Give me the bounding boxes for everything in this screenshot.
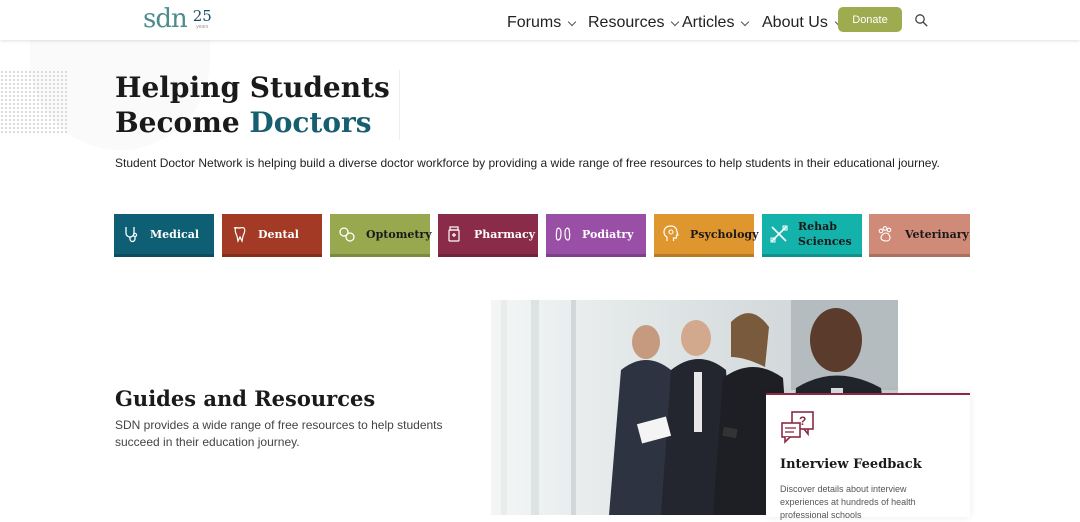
logo-anniversary: 25 years bbox=[192, 7, 212, 31]
guides-description: SDN provides a wide range of free resour… bbox=[115, 418, 443, 449]
tooth-icon bbox=[233, 226, 246, 243]
glasses-icon bbox=[339, 227, 355, 242]
nav-about-us[interactable]: About Us bbox=[762, 14, 844, 32]
chevron-down-icon bbox=[671, 17, 680, 26]
nav-articles-label: Articles bbox=[682, 14, 735, 31]
search-icon[interactable] bbox=[914, 13, 928, 27]
rehab-icon bbox=[770, 225, 788, 243]
feature-card-title: Interview Feedback bbox=[780, 457, 922, 472]
nav-articles[interactable]: Articles bbox=[682, 14, 750, 32]
chevron-down-icon bbox=[567, 17, 577, 26]
site-logo[interactable]: sdn 25 years bbox=[143, 5, 212, 33]
category-dental[interactable]: Dental bbox=[222, 214, 322, 257]
site-header: sdn 25 years Forums Resources Articles A… bbox=[0, 0, 1080, 40]
category-rehab-sciences-label: Rehab Sciences bbox=[798, 219, 852, 249]
category-optometry-label: Optometry bbox=[366, 227, 432, 241]
category-pharmacy[interactable]: Pharmacy bbox=[438, 214, 538, 257]
category-pharmacy-label: Pharmacy bbox=[474, 227, 536, 241]
category-dental-label: Dental bbox=[258, 227, 299, 241]
nav-resources[interactable]: Resources bbox=[588, 14, 680, 32]
hero-title-highlight: Doctors bbox=[249, 106, 372, 139]
category-veterinary-label: Veterinary bbox=[905, 227, 969, 241]
paw-icon bbox=[878, 226, 892, 242]
category-podiatry[interactable]: Podiatry bbox=[546, 214, 646, 257]
feature-card[interactable]: ? Interview Feedback Discover details ab… bbox=[766, 393, 970, 520]
divider bbox=[399, 70, 400, 140]
nav-about-label: About Us bbox=[762, 14, 828, 31]
logo-years-label: years bbox=[196, 24, 209, 30]
logo-years-number: 25 bbox=[192, 7, 212, 25]
feature-card-text: Discover details about interview experie… bbox=[780, 484, 916, 520]
chevron-down-icon bbox=[741, 17, 750, 26]
category-medical-label: Medical bbox=[150, 227, 200, 241]
category-rehab-line2: Sciences bbox=[798, 235, 852, 248]
logo-wordmark: sdn bbox=[143, 4, 188, 34]
category-medical[interactable]: Medical bbox=[114, 214, 214, 257]
stethoscope-icon bbox=[125, 227, 138, 243]
head-icon bbox=[663, 225, 679, 241]
category-rehab-sciences[interactable]: Rehab Sciences bbox=[762, 214, 862, 257]
nav-forums[interactable]: Forums bbox=[507, 14, 577, 32]
hero-title: Helping Students Become Doctors bbox=[115, 70, 390, 140]
category-psychology[interactable]: Psychology bbox=[654, 214, 759, 257]
category-optometry[interactable]: Optometry bbox=[330, 214, 432, 257]
nav-resources-label: Resources bbox=[588, 14, 665, 31]
nav-forums-label: Forums bbox=[507, 14, 562, 31]
feet-icon bbox=[555, 227, 571, 241]
guides-title: Guides and Resources bbox=[115, 386, 376, 411]
donate-button[interactable]: Donate bbox=[838, 7, 902, 32]
category-veterinary[interactable]: Veterinary bbox=[869, 214, 970, 257]
pill-bottle-icon bbox=[448, 226, 460, 242]
decorative-dot-pattern bbox=[0, 70, 68, 135]
hero-title-line2: Become bbox=[115, 106, 240, 139]
category-rehab-line1: Rehab bbox=[798, 220, 837, 233]
category-psychology-label: Psychology bbox=[690, 227, 759, 241]
hero-description: Student Doctor Network is helping build … bbox=[115, 156, 940, 170]
hero-title-line1: Helping Students bbox=[115, 71, 390, 104]
chat-question-icon: ? bbox=[781, 411, 814, 444]
category-podiatry-label: Podiatry bbox=[582, 227, 634, 241]
